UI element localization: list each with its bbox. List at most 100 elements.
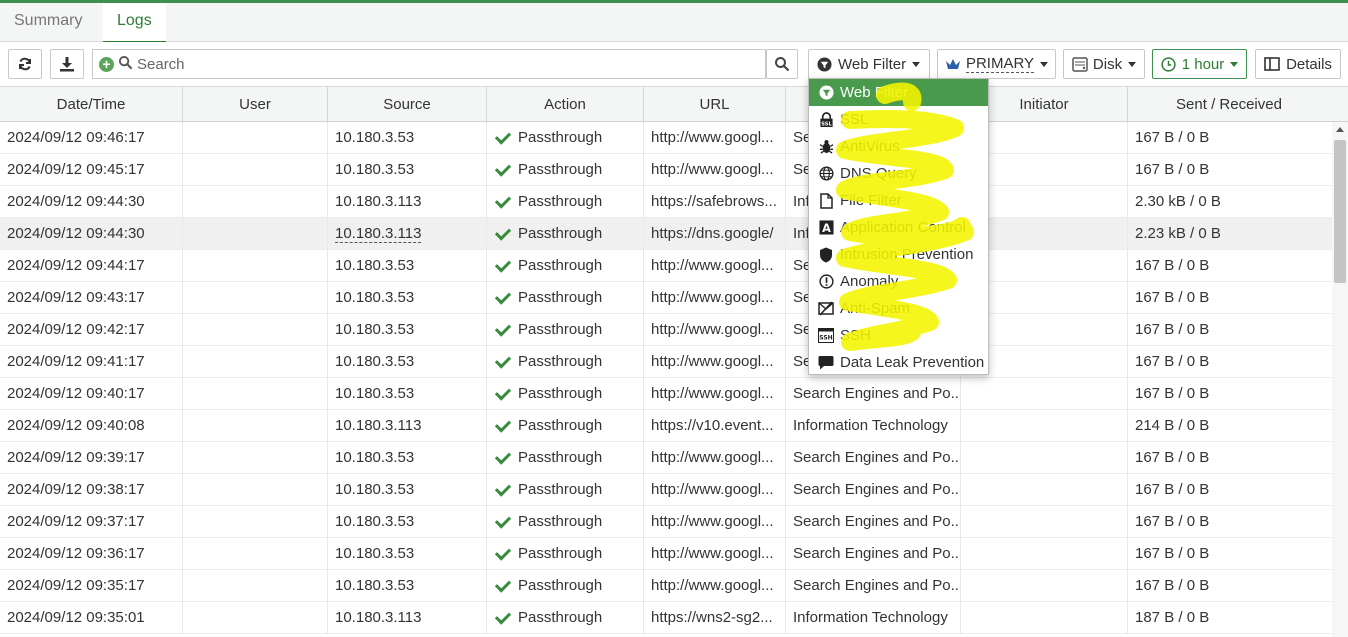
menu-item-data-leak-prevention[interactable]: Data Leak Prevention [809,349,988,376]
storage-dropdown[interactable]: Disk [1063,49,1145,79]
cell-url: http://www.googl... [644,282,786,314]
add-filter-icon[interactable]: + [99,56,114,72]
cell-user [183,346,328,378]
cell-url: https://v10.event... [644,410,786,442]
cell-action: Passthrough [487,570,644,602]
time-range-dropdown[interactable]: 1 hour [1152,49,1247,79]
cell-source: 10.180.3.53 [328,346,487,378]
menu-item-file-filter[interactable]: File Filter [809,187,988,214]
cell-sent-received: 167 B / 0 B [1135,129,1210,146]
cell-action: Passthrough [487,410,644,442]
column-header-action[interactable]: Action [487,87,644,122]
cell-user [183,250,328,282]
action-label: Passthrough [518,513,603,530]
search-icon [774,56,790,72]
cell-user [183,506,328,538]
svg-text:A: A [822,222,831,235]
search-input[interactable]: + Search [92,49,766,79]
cell-url: http://www.googl... [644,442,786,474]
cell-datetime: 2024/09/12 09:38:17 [0,474,183,506]
menu-item-dns-query[interactable]: DNS Query [809,160,988,187]
log-type-menu: Web Filter SSL SSL AntiVirus DNS Query File F… [808,78,989,375]
column-header-user[interactable]: User [183,87,328,122]
table-row[interactable]: 2024/09/12 09:44:30 10.180.3.113 Passthrou… [0,218,1332,250]
table-row[interactable]: 2024/09/12 09:45:17 10.180.3.53 Passthroug… [0,154,1332,186]
menu-item-application-control[interactable]: A Application Control [809,214,988,241]
cell-category: Search Engines and Po... [786,506,961,538]
action-label: Passthrough [518,353,603,370]
cell-datetime: 2024/09/12 09:44:17 [0,250,183,282]
scrollbar-thumb[interactable] [1334,140,1346,283]
table-row[interactable]: 2024/09/12 09:37:17 10.180.3.53 Passthroug… [0,506,1332,538]
action-label: Passthrough [518,481,603,498]
table-row[interactable]: 2024/09/12 09:41:17 10.180.3.53 Passthroug… [0,346,1332,378]
column-header-url[interactable]: URL [644,87,786,122]
cell-action: Passthrough [487,346,644,378]
checkmark-icon [494,575,512,593]
cell-datetime: 2024/09/12 09:44:30 [0,186,183,218]
table-row[interactable]: 2024/09/12 09:38:17 10.180.3.53 Passthroug… [0,474,1332,506]
menu-item-ssl[interactable]: SSL SSL [809,106,988,133]
table-row[interactable]: 2024/09/12 09:40:17 10.180.3.53 Passthroug… [0,378,1332,410]
tab-logs[interactable]: Logs [103,3,166,43]
tab-summary[interactable]: Summary [0,3,96,42]
checkmark-icon [494,159,512,177]
table-row[interactable]: 2024/09/12 09:35:17 10.180.3.53 Passthroug… [0,570,1332,602]
menu-item-web-filter[interactable]: Web Filter [809,79,988,106]
cell-initiator [961,442,1128,474]
web-filter-icon [817,56,832,72]
cell-category: Search Engines and Po... [786,474,961,506]
vertical-scrollbar[interactable] [1332,122,1348,637]
cell-datetime: 2024/09/12 09:35:01 [0,602,183,634]
menu-item-label: Application Control [840,219,966,236]
cell-datetime: 2024/09/12 09:45:17 [0,154,183,186]
table-row[interactable]: 2024/09/12 09:42:17 10.180.3.53 Passthroug… [0,314,1332,346]
bug-icon [818,139,834,155]
refresh-button[interactable] [8,49,42,79]
cell-source: 10.180.3.53 [328,314,487,346]
ssh-icon: SSH [818,328,834,344]
cell-user [183,602,328,634]
menu-item-label: Anti-Spam [840,300,911,317]
svg-text:SSL: SSL [821,121,832,127]
cell-sent-received: 2.23 kB / 0 B [1135,225,1221,242]
cell-source: 10.180.3.53 [328,122,487,154]
clock-icon [1161,56,1176,72]
menu-item-antivirus[interactable]: AntiVirus [809,133,988,160]
checkmark-icon [494,479,512,497]
search-icon [118,55,133,74]
table-row[interactable]: 2024/09/12 09:39:17 10.180.3.53 Passthroug… [0,442,1332,474]
menu-item-intrusion-prevention[interactable]: Intrusion Prevention [809,241,988,268]
log-type-dropdown[interactable]: Web Filter [808,49,930,79]
action-label: Passthrough [518,161,603,178]
cell-action: Passthrough [487,250,644,282]
table-row[interactable]: 2024/09/12 09:40:08 10.180.3.113 Passthrou… [0,410,1332,442]
column-header-source[interactable]: Source [328,87,487,122]
cell-user [183,442,328,474]
column-header-sent-received[interactable]: Sent / Received [1128,87,1330,122]
cell-sent-received: 167 B / 0 B [1135,321,1210,338]
table-row[interactable]: 2024/09/12 09:44:30 10.180.3.113 Passthrou… [0,186,1332,218]
table-row[interactable]: 2024/09/12 09:35:01 10.180.3.113 Passthrou… [0,602,1332,634]
column-header-datetime[interactable]: Date/Time [0,87,183,122]
table-row[interactable]: 2024/09/12 09:36:17 10.180.3.53 Passthroug… [0,538,1332,570]
source-link[interactable]: 10.180.3.113 [335,225,422,243]
checkmark-icon [494,223,512,241]
cell-action: Passthrough [487,538,644,570]
file-icon [818,192,834,209]
cell-sent-received: 167 B / 0 B [1135,289,1210,306]
checkmark-icon [494,447,512,465]
table-row[interactable]: 2024/09/12 09:44:17 10.180.3.53 Passthroug… [0,250,1332,282]
device-dropdown[interactable]: PRIMARY [937,49,1056,79]
menu-item-anti-spam[interactable]: Anti-Spam [809,295,988,322]
details-button[interactable]: Details [1255,49,1341,79]
menu-item-anomaly[interactable]: Anomaly [809,268,988,295]
cell-user [183,474,328,506]
table-row[interactable]: 2024/09/12 09:43:17 10.180.3.53 Passthroug… [0,282,1332,314]
cell-source: 10.180.3.53 [328,378,487,410]
scroll-up-arrow-icon[interactable] [1336,127,1344,132]
menu-item-ssh[interactable]: SSH SSH [809,322,988,349]
search-button[interactable] [766,49,798,79]
download-button[interactable] [50,49,84,79]
table-row[interactable]: 2024/09/12 09:46:17 10.180.3.53 Passthroug… [0,122,1332,154]
